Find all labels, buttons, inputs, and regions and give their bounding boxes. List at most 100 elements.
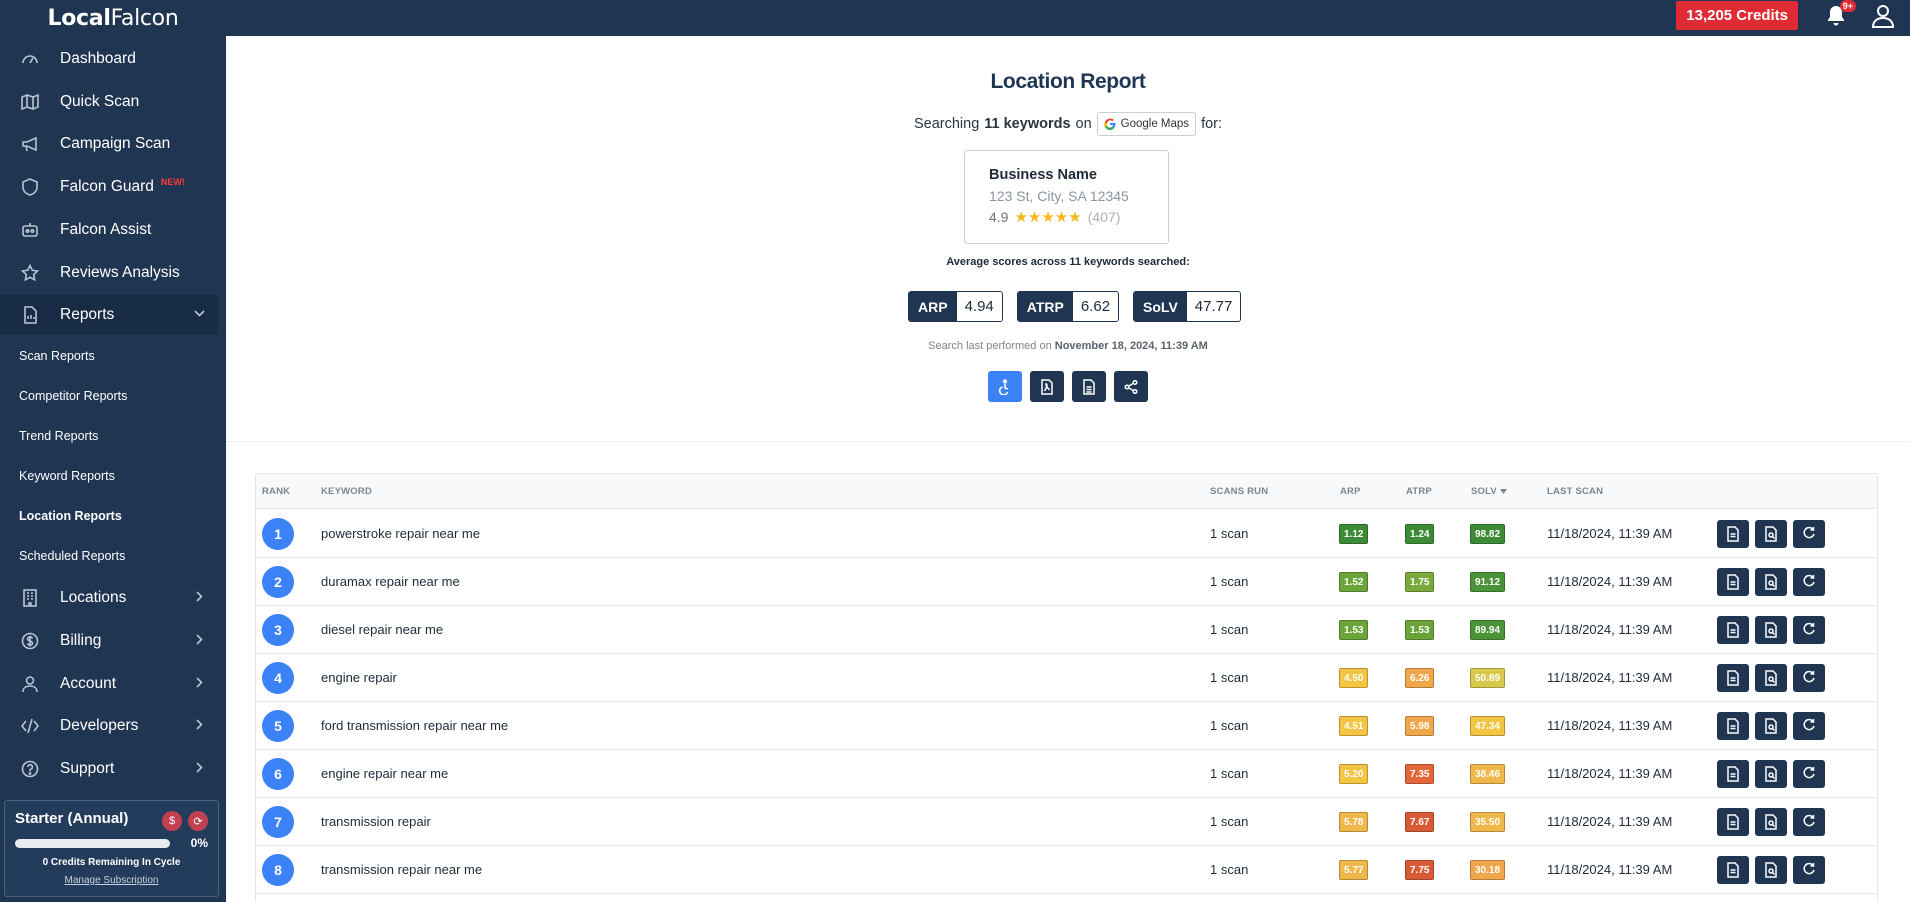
sidebar-item-dashboard[interactable]: Dashboard [0, 39, 218, 79]
inspect-report-button[interactable] [1755, 856, 1787, 884]
star-icon [20, 263, 40, 283]
view-report-button[interactable] [1717, 712, 1749, 740]
download-csv-button[interactable] [1072, 371, 1106, 402]
keyword-text[interactable]: engine repair [321, 670, 397, 685]
sidebar-item-reviews-analysis[interactable]: Reviews Analysis [0, 253, 218, 293]
last-scan-date: 11/18/2024, 11:39 AM [1547, 862, 1673, 877]
keyword-text[interactable]: transmission repair near me [321, 862, 482, 877]
sidebar-item-label: Account [60, 675, 117, 692]
arp-badge: 5.78 [1339, 812, 1369, 832]
rescan-button[interactable] [1793, 712, 1825, 740]
score-label: ATRP [1017, 292, 1073, 321]
keyword-text[interactable]: duramax repair near me [321, 574, 460, 589]
file-icon [1082, 378, 1096, 395]
report-icon [20, 305, 40, 325]
sidebar-item-label: Quick Scan [60, 93, 140, 110]
rescan-button[interactable] [1793, 760, 1825, 788]
credits-button[interactable]: 13,205 Credits [1676, 1, 1798, 30]
view-report-button[interactable] [1717, 760, 1749, 788]
download-pdf-button[interactable] [1030, 371, 1064, 402]
accessibility-button[interactable] [988, 371, 1022, 402]
view-report-button[interactable] [1717, 616, 1749, 644]
view-report-button[interactable] [1717, 520, 1749, 548]
rank-badge: 1 [262, 518, 294, 550]
arp-badge: 1.52 [1339, 572, 1369, 592]
keyword-text[interactable]: transmission repair [321, 814, 431, 829]
sidebar-item-account[interactable]: Account [0, 664, 218, 704]
view-report-button[interactable] [1717, 856, 1749, 884]
inspect-report-button[interactable] [1755, 616, 1787, 644]
sidebar-sub-location-reports[interactable]: Location Reports [0, 500, 218, 532]
rescan-button[interactable] [1793, 856, 1825, 884]
refresh-icon [1802, 622, 1816, 638]
sidebar-item-quick-scan[interactable]: Quick Scan [0, 82, 218, 122]
platform-label: Google Maps [1120, 118, 1190, 130]
sidebar-sub-scheduled-reports[interactable]: Scheduled Reports [0, 540, 218, 572]
manage-subscription-link[interactable]: Manage Subscription [5, 875, 218, 886]
rescan-button[interactable] [1793, 568, 1825, 596]
sidebar-item-support[interactable]: Support [0, 749, 218, 789]
score-value: 47.77 [1186, 292, 1241, 321]
sidebar-sub-keyword-reports[interactable]: Keyword Reports [0, 460, 218, 492]
user-menu-button[interactable] [1870, 3, 1896, 29]
search-file-icon [1764, 526, 1778, 542]
sidebar-item-label: Locations [60, 589, 127, 606]
scans-run: 1 scan [1210, 718, 1249, 733]
sidebar-sub-trend-reports[interactable]: Trend Reports [0, 420, 218, 452]
atrp-badge: 7.35 [1405, 764, 1435, 784]
sidebar-sub-competitor-reports[interactable]: Competitor Reports [0, 380, 218, 412]
sidebar-item-billing[interactable]: Billing [0, 621, 218, 661]
business-address: 123 St, City, SA 12345 [989, 188, 1129, 204]
share-button[interactable] [1114, 371, 1148, 402]
sidebar-item-reports[interactable]: Reports [0, 295, 218, 335]
platform-badge: Google Maps [1096, 112, 1197, 136]
keyword-text[interactable]: ford transmission repair near me [321, 718, 508, 733]
row-actions [1717, 616, 1825, 644]
refresh-icon[interactable]: ⟳ [188, 811, 208, 831]
solv-badge: 30.18 [1470, 860, 1506, 880]
rescan-button[interactable] [1793, 808, 1825, 836]
keyword-text[interactable]: engine repair near me [321, 766, 448, 781]
last-scan-date: 11/18/2024, 11:39 AM [1547, 622, 1673, 637]
logo[interactable]: Local Falcon [0, 0, 226, 36]
solv-score: SoLV 47.77 [1133, 291, 1242, 322]
col-solv[interactable]: SOLV [1471, 486, 1507, 497]
last-scan-date: 11/18/2024, 11:39 AM [1547, 718, 1673, 733]
rating-value: 4.9 [989, 209, 1009, 225]
table-row: 4 engine repair 1 scan 4.50 6.26 50.89 11/18/2… [256, 654, 1877, 702]
keyword-text[interactable]: powerstroke repair near me [321, 526, 480, 541]
arp-badge: 1.53 [1339, 620, 1369, 640]
keyword-text[interactable]: diesel repair near me [321, 622, 443, 637]
col-rank: RANK [262, 486, 291, 497]
sidebar-item-label: Developers [60, 717, 139, 734]
rescan-button[interactable] [1793, 520, 1825, 548]
table-row: 6 engine repair near me 1 scan 5.20 7.35 38.4… [256, 750, 1877, 798]
sidebar-item-developers[interactable]: Developers [0, 706, 218, 746]
arp-badge: 1.12 [1339, 524, 1369, 544]
sidebar-item-falcon-assist[interactable]: Falcon Assist [0, 210, 218, 250]
upgrade-dollar-icon[interactable]: $ [162, 811, 182, 831]
arp-badge: 5.20 [1339, 764, 1369, 784]
inspect-report-button[interactable] [1755, 808, 1787, 836]
notifications-button[interactable]: 9+ [1824, 0, 1856, 30]
sidebar-item-falcon-guard[interactable]: Falcon Guard NEW! [0, 167, 218, 207]
inspect-report-button[interactable] [1755, 712, 1787, 740]
view-report-button[interactable] [1717, 808, 1749, 836]
sidebar-item-campaign-scan[interactable]: Campaign Scan [0, 124, 218, 164]
view-report-button[interactable] [1717, 568, 1749, 596]
robot-icon [20, 220, 40, 240]
code-icon [20, 716, 40, 736]
rescan-button[interactable] [1793, 616, 1825, 644]
inspect-report-button[interactable] [1755, 664, 1787, 692]
sidebar-sub-scan-reports[interactable]: Scan Reports [0, 340, 218, 372]
rescan-button[interactable] [1793, 664, 1825, 692]
table-header: RANK KEYWORD SCANS RUN ARP ATRP SOLV LAS… [256, 474, 1877, 509]
sidebar-item-locations[interactable]: Locations [0, 578, 218, 618]
atrp-badge: 1.53 [1405, 620, 1435, 640]
inspect-report-button[interactable] [1755, 760, 1787, 788]
inspect-report-button[interactable] [1755, 568, 1787, 596]
row-actions [1717, 568, 1825, 596]
last-scan-date: 11/18/2024, 11:39 AM [1547, 766, 1673, 781]
inspect-report-button[interactable] [1755, 520, 1787, 548]
view-report-button[interactable] [1717, 664, 1749, 692]
